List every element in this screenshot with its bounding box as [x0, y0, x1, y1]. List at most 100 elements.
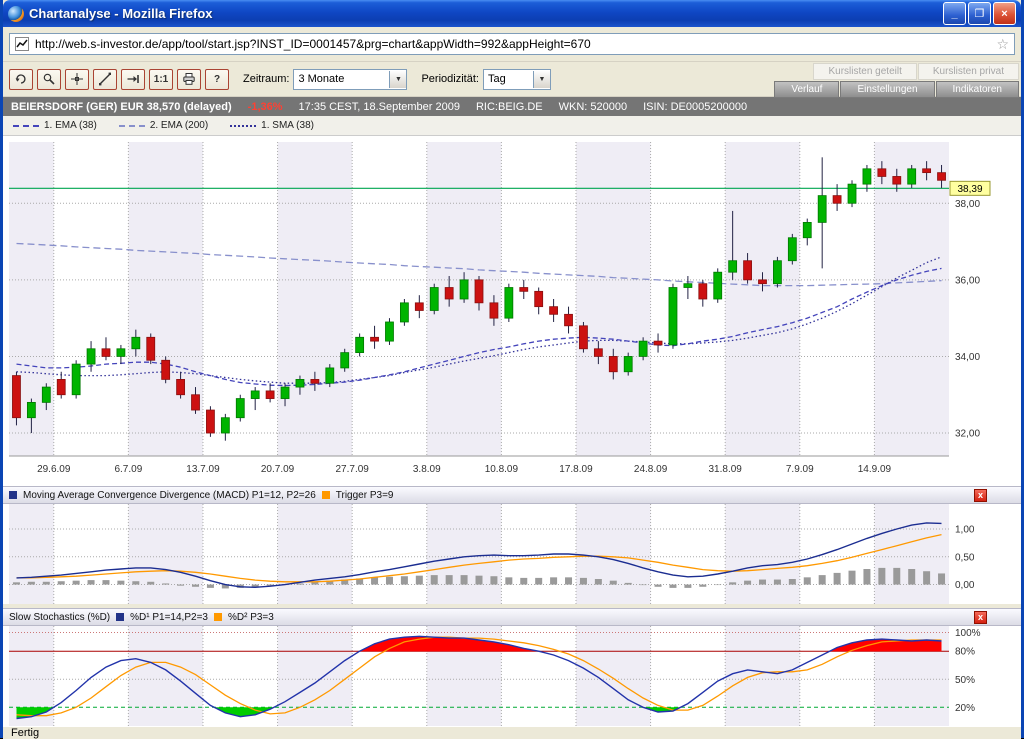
kurslisten-privat-button[interactable]: Kurslisten privat	[918, 63, 1019, 80]
einstellungen-button[interactable]: Einstellungen	[840, 81, 934, 98]
stock-ric: RIC:BEIG.DE	[476, 101, 543, 113]
macd-title: Moving Average Convergence Divergence (M…	[23, 490, 316, 501]
url-bar-row: http://web.s-investor.de/app/tool/start.…	[3, 27, 1021, 62]
svg-text:27.7.09: 27.7.09	[335, 464, 369, 475]
firefox-icon	[8, 6, 24, 22]
trendline-icon	[98, 72, 112, 86]
svg-text:29.6.09: 29.6.09	[37, 464, 71, 475]
svg-text:24.8.09: 24.8.09	[634, 464, 668, 475]
legend-item-ema38: 1. EMA (38)	[13, 120, 97, 131]
quote-datetime: 17:35 CEST, 18.September 2009	[299, 101, 460, 113]
trendline-button[interactable]	[93, 69, 117, 90]
svg-text:10.8.09: 10.8.09	[485, 464, 519, 475]
help-button[interactable]: ?	[205, 69, 229, 90]
close-macd-panel-button[interactable]: x	[974, 489, 987, 502]
stoch-d1-color-icon	[116, 613, 124, 621]
svg-text:50%: 50%	[955, 675, 975, 686]
svg-text:31.8.09: 31.8.09	[709, 464, 743, 475]
close-stochastics-panel-button[interactable]: x	[974, 611, 987, 624]
svg-text:100%: 100%	[955, 628, 981, 639]
sma38-line-sample	[230, 125, 256, 127]
maximize-button[interactable]: ❐	[968, 2, 991, 25]
minimize-button[interactable]: _	[943, 2, 966, 25]
refresh-icon	[14, 72, 28, 86]
macd-chart[interactable]: 0,00 0,50 1,00	[3, 504, 1021, 604]
page-chart-favicon	[15, 37, 29, 51]
svg-text:17.8.09: 17.8.09	[559, 464, 593, 475]
zoom-button[interactable]	[37, 69, 61, 90]
verlauf-button[interactable]: Verlauf	[774, 81, 839, 98]
stoch-d2-color-icon	[214, 613, 222, 621]
one-to-one-button[interactable]: 1:1	[149, 69, 173, 90]
svg-text:32,00: 32,00	[955, 429, 980, 440]
zeitraum-select[interactable]: 3 Monate ▼	[293, 69, 407, 90]
close-button[interactable]: ×	[993, 2, 1016, 25]
legend-label: 1. EMA (38)	[44, 120, 97, 131]
ema200-line-sample	[119, 125, 145, 127]
goto-end-icon	[126, 72, 140, 86]
macd-line-color-icon	[9, 491, 17, 499]
window-title: Chartanalyse - Mozilla Firefox	[29, 6, 943, 21]
legend-label: 1. SMA (38)	[261, 120, 314, 131]
crosshair-icon	[70, 72, 84, 86]
browser-window: Chartanalyse - Mozilla Firefox _ ❐ × htt…	[0, 0, 1024, 738]
stock-name-price: BEIERSDORF (GER) EUR 38,570 (delayed)	[11, 101, 232, 113]
chevron-down-icon: ▼	[533, 71, 550, 88]
crosshair-button[interactable]	[65, 69, 89, 90]
stock-wkn: WKN: 520000	[559, 101, 627, 113]
refresh-button[interactable]	[9, 69, 33, 90]
svg-text:0,50: 0,50	[955, 552, 975, 563]
stock-change: -1,36%	[248, 101, 283, 113]
ema38-line-sample	[13, 125, 39, 127]
zeitraum-label: Zeitraum:	[243, 73, 289, 85]
trigger-line-color-icon	[322, 491, 330, 499]
periodizitaet-label: Periodizität:	[421, 73, 478, 85]
kurslisten-geteilt-button[interactable]: Kurslisten geteilt	[813, 63, 916, 80]
print-icon	[182, 72, 196, 86]
stock-isin: ISIN: DE0005200000	[643, 101, 747, 113]
stoch-d1-label: %D¹ P1=14,P2=3	[130, 612, 208, 623]
svg-text:14.9.09: 14.9.09	[858, 464, 892, 475]
titlebar[interactable]: Chartanalyse - Mozilla Firefox _ ❐ ×	[3, 0, 1021, 27]
svg-text:7.9.09: 7.9.09	[786, 464, 814, 475]
bookmark-star-icon[interactable]: ☆	[996, 36, 1009, 53]
chart-toolbar: 1:1 ? Zeitraum: 3 Monate ▼ Periodizität:…	[3, 62, 1021, 97]
print-button[interactable]	[177, 69, 201, 90]
zeitraum-value: 3 Monate	[294, 73, 389, 85]
legend-item-ema200: 2. EMA (200)	[119, 120, 208, 131]
right-button-panel: Kurslisten geteilt Kurslisten privat Ver…	[774, 63, 1019, 98]
stochastics-chart[interactable]: 20% 50% 80% 100%	[3, 626, 1021, 726]
svg-text:20.7.09: 20.7.09	[261, 464, 295, 475]
svg-text:0,00: 0,00	[955, 580, 975, 591]
trigger-title: Trigger P3=9	[336, 490, 394, 501]
status-bar: Fertig	[3, 726, 1021, 739]
stock-info-bar: BEIERSDORF (GER) EUR 38,570 (delayed) -1…	[3, 97, 1021, 116]
svg-text:1,00: 1,00	[955, 525, 975, 536]
svg-text:38,39: 38,39	[957, 184, 982, 195]
svg-text:38,00: 38,00	[955, 199, 980, 210]
stochastics-header: Slow Stochastics (%D) %D¹ P1=14,P2=3 %D²…	[3, 608, 1021, 626]
indicator-legend: 1. EMA (38) 2. EMA (200) 1. SMA (38)	[3, 116, 1021, 136]
svg-text:20%: 20%	[955, 703, 975, 714]
svg-text:36,00: 36,00	[955, 275, 980, 286]
svg-text:34,00: 34,00	[955, 352, 980, 363]
svg-text:3.8.09: 3.8.09	[413, 464, 441, 475]
price-chart-panel: 32,00 34,00 36,00 38,00 29.6.09 6.7.09 13.7.09…	[3, 136, 1021, 486]
stoch-d2-label: %D² P3=3	[228, 612, 274, 623]
svg-text:80%: 80%	[955, 647, 975, 658]
svg-text:13.7.09: 13.7.09	[186, 464, 220, 475]
zoom-icon	[42, 72, 56, 86]
goto-end-button[interactable]	[121, 69, 145, 90]
macd-header: Moving Average Convergence Divergence (M…	[3, 486, 1021, 504]
status-text: Fertig	[11, 727, 39, 739]
url-input[interactable]: http://web.s-investor.de/app/tool/start.…	[9, 33, 1015, 55]
svg-text:6.7.09: 6.7.09	[114, 464, 142, 475]
legend-label: 2. EMA (200)	[150, 120, 208, 131]
url-text: http://web.s-investor.de/app/tool/start.…	[35, 37, 992, 51]
periodizitaet-select[interactable]: Tag ▼	[483, 69, 551, 90]
price-chart[interactable]: 32,00 34,00 36,00 38,00 29.6.09 6.7.09 13.7.09…	[3, 136, 1021, 486]
legend-item-sma38: 1. SMA (38)	[230, 120, 314, 131]
stochastics-title: Slow Stochastics (%D)	[9, 612, 110, 623]
stochastics-chart-panel: 20% 50% 80% 100%	[3, 626, 1021, 726]
indikatoren-button[interactable]: Indikatoren	[936, 81, 1019, 98]
